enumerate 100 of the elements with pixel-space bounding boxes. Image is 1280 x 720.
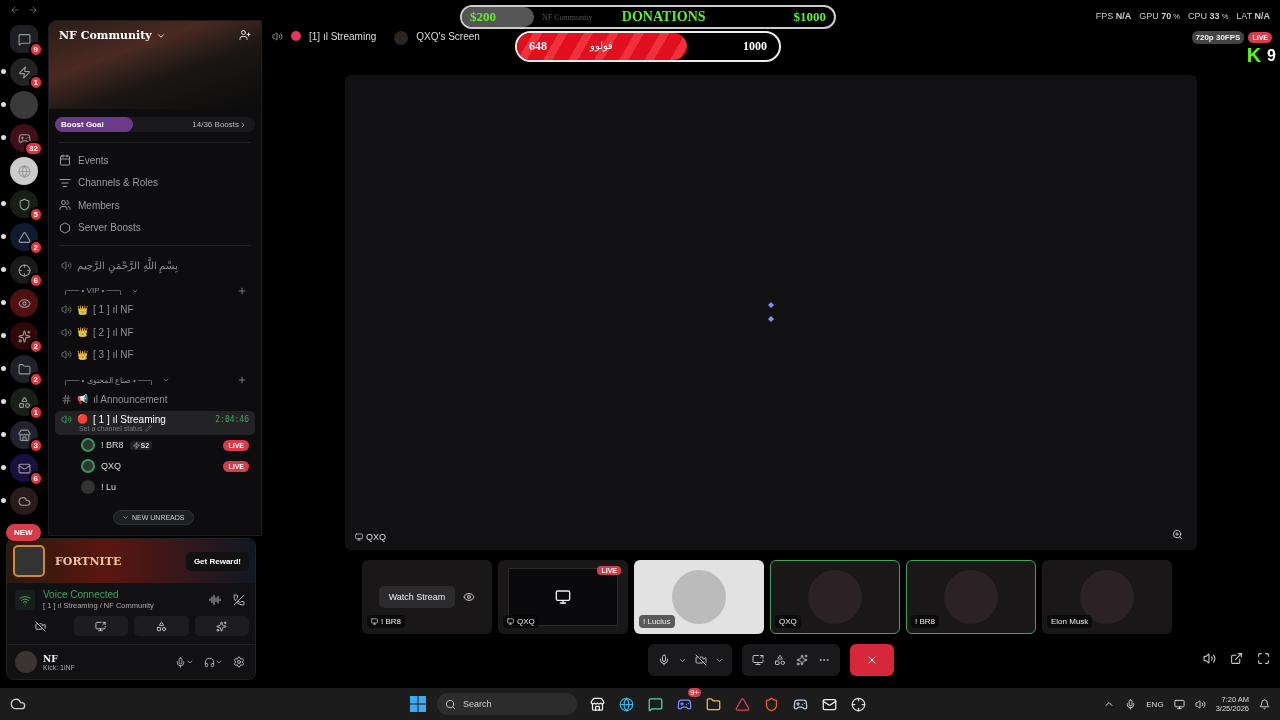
add-icon[interactable]	[237, 285, 247, 296]
microphone-icon[interactable]	[1125, 698, 1137, 710]
server-name[interactable]: NF Community	[59, 29, 166, 42]
server-icon[interactable]	[10, 355, 38, 383]
emoji-icon: 👑	[77, 304, 88, 315]
disconnect-icon[interactable]	[233, 593, 245, 606]
microphone-icon[interactable]	[175, 656, 186, 668]
server-logo-icon	[17, 461, 31, 475]
menu-label: Members	[78, 199, 120, 211]
monitor-icon	[355, 533, 363, 541]
start-icon[interactable]	[410, 696, 426, 712]
camera-off-icon[interactable]	[34, 620, 46, 632]
get-reward-button[interactable]: Get Reward!	[185, 551, 249, 571]
participant-tile[interactable]: Watch Stream ! BR8	[362, 560, 492, 634]
server-icon[interactable]	[10, 58, 38, 86]
network-icon[interactable]	[1173, 698, 1185, 710]
soundboard-icon[interactable]	[796, 654, 808, 666]
app-icon[interactable]	[646, 695, 664, 713]
taskbar-search[interactable]: Search	[437, 693, 577, 715]
category-label[interactable]: ╭── • صناع المحتوى • ──╮	[63, 375, 155, 385]
volume-icon[interactable]	[1194, 698, 1206, 710]
emoji-icon: 📢	[77, 394, 88, 405]
server-logo-icon	[17, 65, 31, 79]
camera-off-icon[interactable]	[695, 654, 707, 666]
monitor-icon	[371, 618, 378, 625]
server-icon[interactable]	[10, 124, 38, 152]
boost-goal-bar[interactable]: Boost Goal 14/36 Boosts	[55, 117, 255, 132]
server-icon[interactable]	[10, 190, 38, 218]
donation-goal: 1000	[742, 39, 768, 54]
server-icon[interactable]	[10, 157, 38, 185]
channel-item[interactable]: بِسْمِ اللَّهِ الرَّحْمَنِ الرَّحِيم	[55, 254, 255, 277]
invite-icon[interactable]	[239, 29, 251, 41]
menu-item[interactable]: Server Boosts	[59, 216, 251, 239]
channel-item[interactable]: 👑 [ 2 ] ıl NF	[55, 321, 255, 344]
lightning-icon	[132, 441, 140, 449]
server-icon[interactable]	[10, 223, 38, 251]
menu-item[interactable]: Members	[59, 194, 251, 217]
folder-icon[interactable]	[704, 695, 722, 713]
noise-icon[interactable]	[209, 593, 221, 606]
share-screen-icon[interactable]	[752, 654, 764, 666]
server-icon[interactable]	[10, 388, 38, 416]
channel-item[interactable]: 👑 [ 3 ] ıl NF	[55, 343, 255, 366]
participant-tile[interactable]: QXQ	[770, 560, 900, 634]
viewer-count: 9	[1267, 46, 1276, 65]
promo-title: FORTNITE	[55, 554, 123, 568]
notification-icon[interactable]	[1259, 698, 1270, 710]
participant-tile[interactable]: Elon Musk	[1042, 560, 1172, 634]
weather-icon[interactable]	[10, 696, 26, 712]
participant-tile[interactable]: ! Lucius	[634, 560, 764, 634]
headphones-icon[interactable]	[204, 656, 215, 668]
soundboard-button[interactable]	[194, 616, 249, 636]
server-icon[interactable]	[10, 454, 38, 482]
donation-caption: NF Community	[542, 13, 593, 22]
participant-tile[interactable]: ! BR8	[906, 560, 1036, 634]
menu-item[interactable]: Events	[59, 149, 251, 172]
server-icon[interactable]	[10, 256, 38, 284]
notification-badge: 32	[24, 141, 43, 156]
speaker-icon	[61, 259, 72, 271]
donation-title: DONATIONS	[621, 9, 706, 25]
add-icon[interactable]	[237, 375, 247, 385]
volume-icon[interactable]	[1203, 652, 1216, 665]
fullscreen-icon[interactable]	[1257, 652, 1270, 665]
store-icon[interactable]	[588, 695, 606, 713]
chevron-icon[interactable]	[215, 658, 223, 666]
language-indicator[interactable]: ENG	[1146, 699, 1164, 709]
activities-icon[interactable]	[774, 654, 786, 666]
new-pill[interactable]: NEW	[6, 524, 41, 541]
share-screen-button[interactable]	[73, 616, 128, 636]
chevron-icon	[239, 120, 247, 129]
server-logo-icon	[17, 197, 31, 211]
chevron-icon	[122, 514, 129, 521]
menu-item[interactable]: Channels & Roles	[59, 171, 251, 194]
category-label[interactable]: ╭── • VIP • ──╮	[63, 286, 123, 295]
server-icon[interactable]	[10, 421, 38, 449]
pop-out-icon[interactable]	[1230, 652, 1243, 665]
calendar-icon	[59, 154, 71, 167]
settings-icon[interactable]	[233, 656, 245, 668]
target-icon[interactable]	[849, 695, 867, 713]
preview-icon[interactable]	[463, 591, 476, 603]
kick-logo: K	[1246, 44, 1262, 67]
server-logo-icon	[17, 263, 31, 277]
watch-stream-button[interactable]: Watch Stream	[378, 586, 456, 608]
member-name[interactable]: ! BR8	[101, 440, 124, 450]
channel-item[interactable]: 👑 [ 1 ] ıl NF	[55, 298, 255, 321]
participant-name: QXQ	[779, 617, 797, 626]
chevron-icon[interactable]	[186, 658, 194, 666]
activities-button[interactable]	[134, 616, 189, 636]
leave-call-button[interactable]	[850, 644, 894, 676]
member-name[interactable]: ! Lu	[101, 482, 116, 492]
menu-label: Channels & Roles	[78, 177, 159, 189]
channel-item[interactable]: 📢 ıl Announcement	[55, 388, 255, 411]
member-name[interactable]: QXQ	[101, 461, 121, 471]
app-icon[interactable]	[733, 695, 751, 713]
hash-icon	[61, 393, 72, 405]
server-icon[interactable]	[10, 322, 38, 350]
zoom-icon[interactable]	[1172, 529, 1183, 540]
home-icon[interactable]	[10, 25, 38, 53]
back-icon[interactable]	[10, 5, 20, 15]
microphone-icon[interactable]	[658, 654, 670, 666]
browser-icon[interactable]	[617, 695, 635, 713]
